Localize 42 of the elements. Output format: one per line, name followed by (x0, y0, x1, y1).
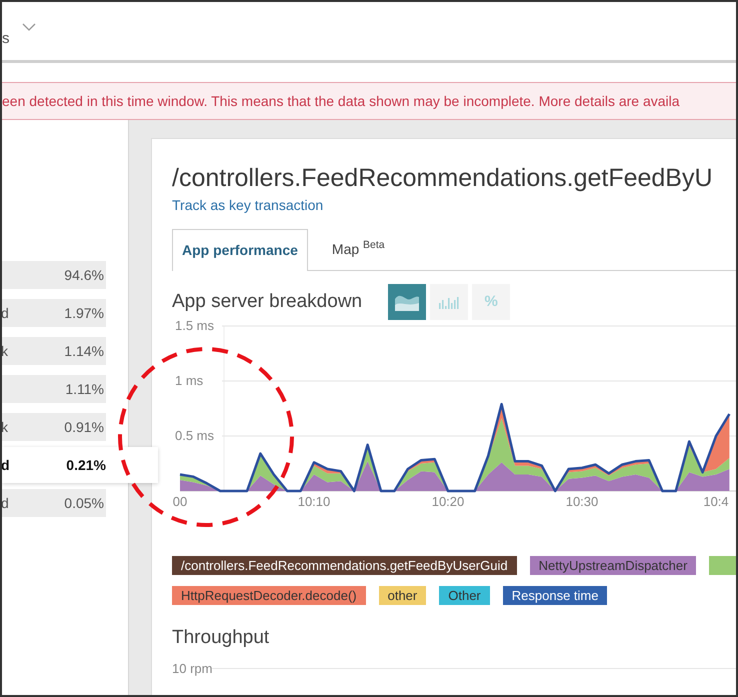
y-tick-label: 0.5 ms (175, 428, 214, 443)
throughput-title: Throughput (172, 626, 270, 650)
legend-item: /controllers.FeedRecommendations.getFeedByUserGuid (172, 556, 517, 575)
row-percent: 0.91% (64, 418, 104, 436)
chart-view-button[interactable] (388, 284, 426, 320)
row-label: k (2, 418, 8, 436)
breakdown-row[interactable]: 94.6% (2, 261, 106, 289)
breakdown-row[interactable]: k 0.91% (2, 413, 106, 441)
x-tick-label: 10:10 (298, 494, 330, 509)
breakdown-row[interactable]: 1.11% (2, 375, 106, 403)
y-tick-label: 1.5 ms (175, 318, 214, 333)
row-percent: 1.97% (64, 304, 104, 322)
legend-item: Response time (502, 586, 608, 605)
x-tick-label: 00 (172, 494, 188, 509)
area-chart-icon (395, 293, 420, 311)
tab[interactable]: App performance (172, 229, 308, 271)
row-percent: 1.14% (64, 342, 104, 360)
x-tick-label: 10:30 (566, 494, 598, 509)
percent-label: % (484, 292, 498, 312)
chevron-down-icon[interactable] (22, 23, 36, 31)
breakdown-row[interactable]: k 1.14% (2, 337, 106, 365)
legend-item: NettyUpstreamDispatcher (530, 556, 696, 575)
chart-view-button[interactable] (430, 284, 468, 320)
tab[interactable]: Map $^{Beta}$ (308, 228, 409, 270)
x-tick-label: 10:20 (432, 494, 464, 509)
y-tick-label: 1 ms (175, 373, 204, 388)
legend-item: HttpRequestDecoder.decode() (172, 586, 366, 605)
y-tick-label: 10 rpm (172, 660, 212, 678)
row-percent: 0.21% (66, 456, 106, 474)
menu-label: s (2, 28, 10, 49)
legend-item: other (378, 586, 426, 605)
warning-banner: een detected in this time window. This means that the data shown may be incomplete. More details are availa (2, 82, 736, 120)
chart-title: App server breakdown (172, 290, 362, 314)
row-percent: 0.05% (64, 494, 104, 512)
row-percent: 1.11% (65, 380, 104, 398)
bar-chart-icon (439, 295, 460, 309)
x-tick-label: 10:4 (703, 494, 729, 509)
legend-item: Other (439, 586, 490, 605)
key-transaction-link[interactable]: Track as key transaction (172, 195, 736, 216)
row-label: k (2, 342, 8, 360)
transaction-title: /controllers.FeedRecommendations.getFeedByU (172, 163, 714, 194)
row-percent: 94.6% (64, 266, 104, 284)
